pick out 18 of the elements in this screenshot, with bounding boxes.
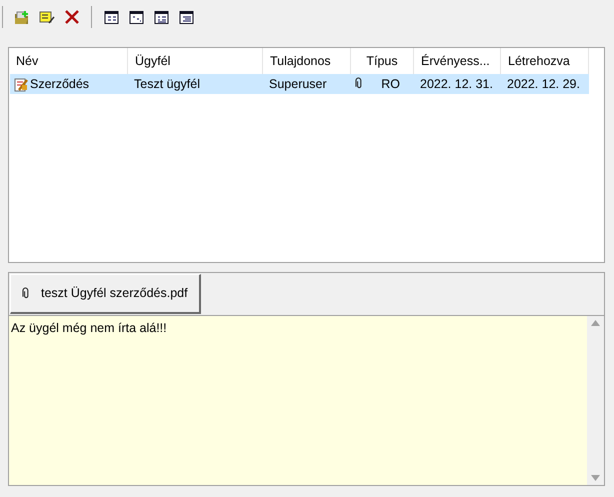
window-icon: [128, 10, 144, 24]
window-icon: [178, 10, 194, 24]
table-cell-text: RO: [381, 76, 400, 93]
window-icon: [104, 10, 118, 24]
edit-note-icon: [39, 9, 55, 25]
close-icon: [64, 9, 80, 25]
paperclip-icon: [22, 286, 30, 300]
table-cell-text: Szerződés: [30, 76, 90, 93]
folder-add-icon: [14, 9, 30, 25]
table-cell-text: 2022. 12. 29.: [507, 76, 580, 93]
window-icon: [154, 10, 168, 24]
note-text: Az üygél még nem írta alá!!!: [10, 320, 168, 337]
table-cell-text: 2022. 12. 31.: [420, 76, 493, 93]
table-cell-text: Superuser: [269, 76, 327, 93]
table-cell-text: Teszt ügyfél: [134, 76, 200, 93]
document-icon: [13, 76, 29, 92]
table-row[interactable]: Szerződés Teszt ügyfél Superuser RO 2022. 12. 31. 2022. 12. 29.: [10, 74, 589, 94]
attachment-button[interactable]: teszt Ügyfél szerződés.pdf: [10, 274, 201, 314]
